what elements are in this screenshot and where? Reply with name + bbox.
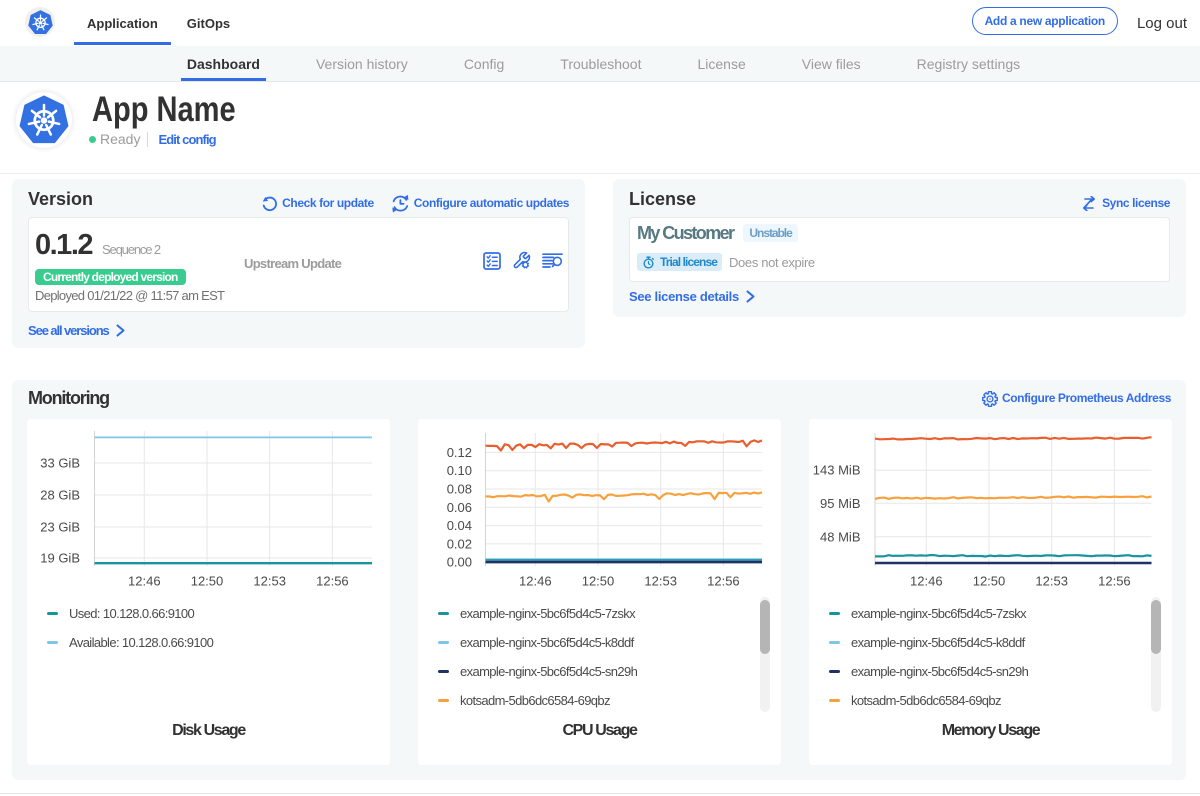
svg-text:33 GiB: 33 GiB bbox=[40, 456, 80, 471]
svg-text:12:50: 12:50 bbox=[973, 574, 1006, 589]
svg-text:48 MiB: 48 MiB bbox=[820, 529, 860, 544]
svg-text:12:50: 12:50 bbox=[191, 574, 224, 589]
svg-text:0.04: 0.04 bbox=[447, 518, 472, 533]
svg-text:95 MiB: 95 MiB bbox=[820, 496, 860, 511]
svg-text:12:56: 12:56 bbox=[707, 574, 740, 589]
svg-text:0.00: 0.00 bbox=[447, 555, 472, 570]
svg-text:12:53: 12:53 bbox=[1035, 574, 1068, 589]
svg-text:12:50: 12:50 bbox=[582, 574, 615, 589]
svg-text:12:56: 12:56 bbox=[1098, 574, 1131, 589]
svg-text:143 MiB: 143 MiB bbox=[813, 463, 861, 478]
svg-text:0.06: 0.06 bbox=[447, 500, 472, 515]
svg-text:19 GiB: 19 GiB bbox=[40, 551, 80, 566]
svg-text:0.08: 0.08 bbox=[447, 482, 472, 497]
svg-text:12:53: 12:53 bbox=[253, 574, 286, 589]
svg-text:12:53: 12:53 bbox=[644, 574, 677, 589]
svg-text:12:46: 12:46 bbox=[128, 574, 161, 589]
svg-text:23 GiB: 23 GiB bbox=[40, 520, 80, 535]
svg-text:12:46: 12:46 bbox=[519, 574, 552, 589]
svg-text:0.12: 0.12 bbox=[447, 445, 472, 460]
svg-text:28 GiB: 28 GiB bbox=[40, 488, 80, 503]
svg-text:12:46: 12:46 bbox=[910, 574, 943, 589]
svg-text:0.02: 0.02 bbox=[447, 536, 472, 551]
svg-text:0.10: 0.10 bbox=[447, 463, 472, 478]
svg-text:12:56: 12:56 bbox=[316, 574, 349, 589]
